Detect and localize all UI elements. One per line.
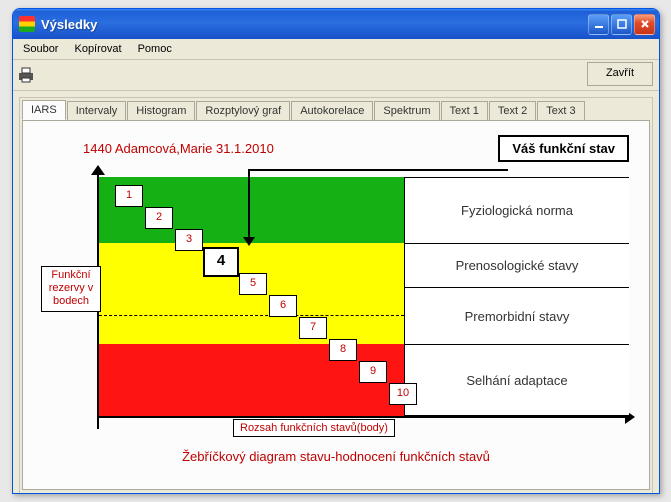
maximize-button[interactable] xyxy=(611,14,632,35)
menu-copy[interactable]: Kopírovat xyxy=(68,41,127,57)
results-window: Výsledky Soubor Kopírovat Pomoc Zavřít xyxy=(12,8,660,494)
step-1: 1 xyxy=(115,185,143,207)
step-7: 7 xyxy=(299,317,327,339)
chart-area: Fyziologická norma Prenosologické stavy … xyxy=(43,171,629,469)
step-8: 8 xyxy=(329,339,357,361)
step-6: 6 xyxy=(269,295,297,317)
tabstrip: IARS Intervaly Histogram Rozptylový graf… xyxy=(20,98,652,120)
app-icon xyxy=(19,16,35,32)
pointer-horizontal xyxy=(248,169,508,171)
menu-file[interactable]: Soubor xyxy=(17,41,64,57)
band-label-1: Fyziologická norma xyxy=(404,177,629,243)
content-panel: IARS Intervaly Histogram Rozptylový graf… xyxy=(19,97,653,494)
zone-bands: Fyziologická norma Prenosologické stavy … xyxy=(99,177,629,416)
band-label-2: Prenosologické stavy xyxy=(404,243,629,287)
header-row: 1440 Adamcová,Marie 31.1.2010 Váš funkčn… xyxy=(83,135,629,161)
tab-text2[interactable]: Text 2 xyxy=(489,101,536,121)
step-4-current: 4 xyxy=(203,247,239,277)
step-2: 2 xyxy=(145,207,173,229)
tab-iars[interactable]: IARS xyxy=(22,100,66,120)
window-controls xyxy=(588,14,655,35)
tab-histogram[interactable]: Histogram xyxy=(127,101,195,121)
step-5: 5 xyxy=(239,273,267,295)
patient-info: 1440 Adamcová,Marie 31.1.2010 xyxy=(83,141,498,156)
pointer-arrow-icon xyxy=(243,237,255,246)
toolbar: Zavřít xyxy=(13,60,659,91)
band-label-3: Premorbidní stavy xyxy=(404,287,629,344)
tab-spektrum[interactable]: Spektrum xyxy=(374,101,439,121)
window-title: Výsledky xyxy=(41,17,588,32)
titlebar[interactable]: Výsledky xyxy=(13,9,659,39)
status-box: Váš funkční stav xyxy=(498,135,629,162)
tab-autokorelace[interactable]: Autokorelace xyxy=(291,101,373,121)
x-axis-label: Rozsah funkčních stavů(body) xyxy=(233,419,395,437)
close-button[interactable] xyxy=(634,14,655,35)
tab-text3[interactable]: Text 3 xyxy=(537,101,584,121)
step-3: 3 xyxy=(175,229,203,251)
chart-caption: Žebříčkový diagram stavu-hodnocení funkč… xyxy=(43,449,629,464)
y-axis-label: Funkční rezervy v bodech xyxy=(41,266,101,312)
dashed-divider xyxy=(99,315,404,316)
band-label-4: Selhání adaptace xyxy=(404,344,629,416)
y-axis-arrow-icon xyxy=(91,165,105,175)
close-panel-button[interactable]: Zavřít xyxy=(587,62,653,86)
step-10: 10 xyxy=(389,383,417,405)
menu-help[interactable]: Pomoc xyxy=(132,41,178,57)
tab-intervaly[interactable]: Intervaly xyxy=(67,101,127,121)
print-icon[interactable] xyxy=(17,67,35,83)
step-9: 9 xyxy=(359,361,387,383)
tab-content: 1440 Adamcová,Marie 31.1.2010 Váš funkčn… xyxy=(22,120,650,490)
minimize-button[interactable] xyxy=(588,14,609,35)
x-axis xyxy=(97,416,629,418)
pointer-vertical xyxy=(248,169,250,243)
tab-text1[interactable]: Text 1 xyxy=(441,101,488,121)
tab-rozptylovy[interactable]: Rozptylový graf xyxy=(196,101,290,121)
menubar: Soubor Kopírovat Pomoc xyxy=(13,39,659,60)
